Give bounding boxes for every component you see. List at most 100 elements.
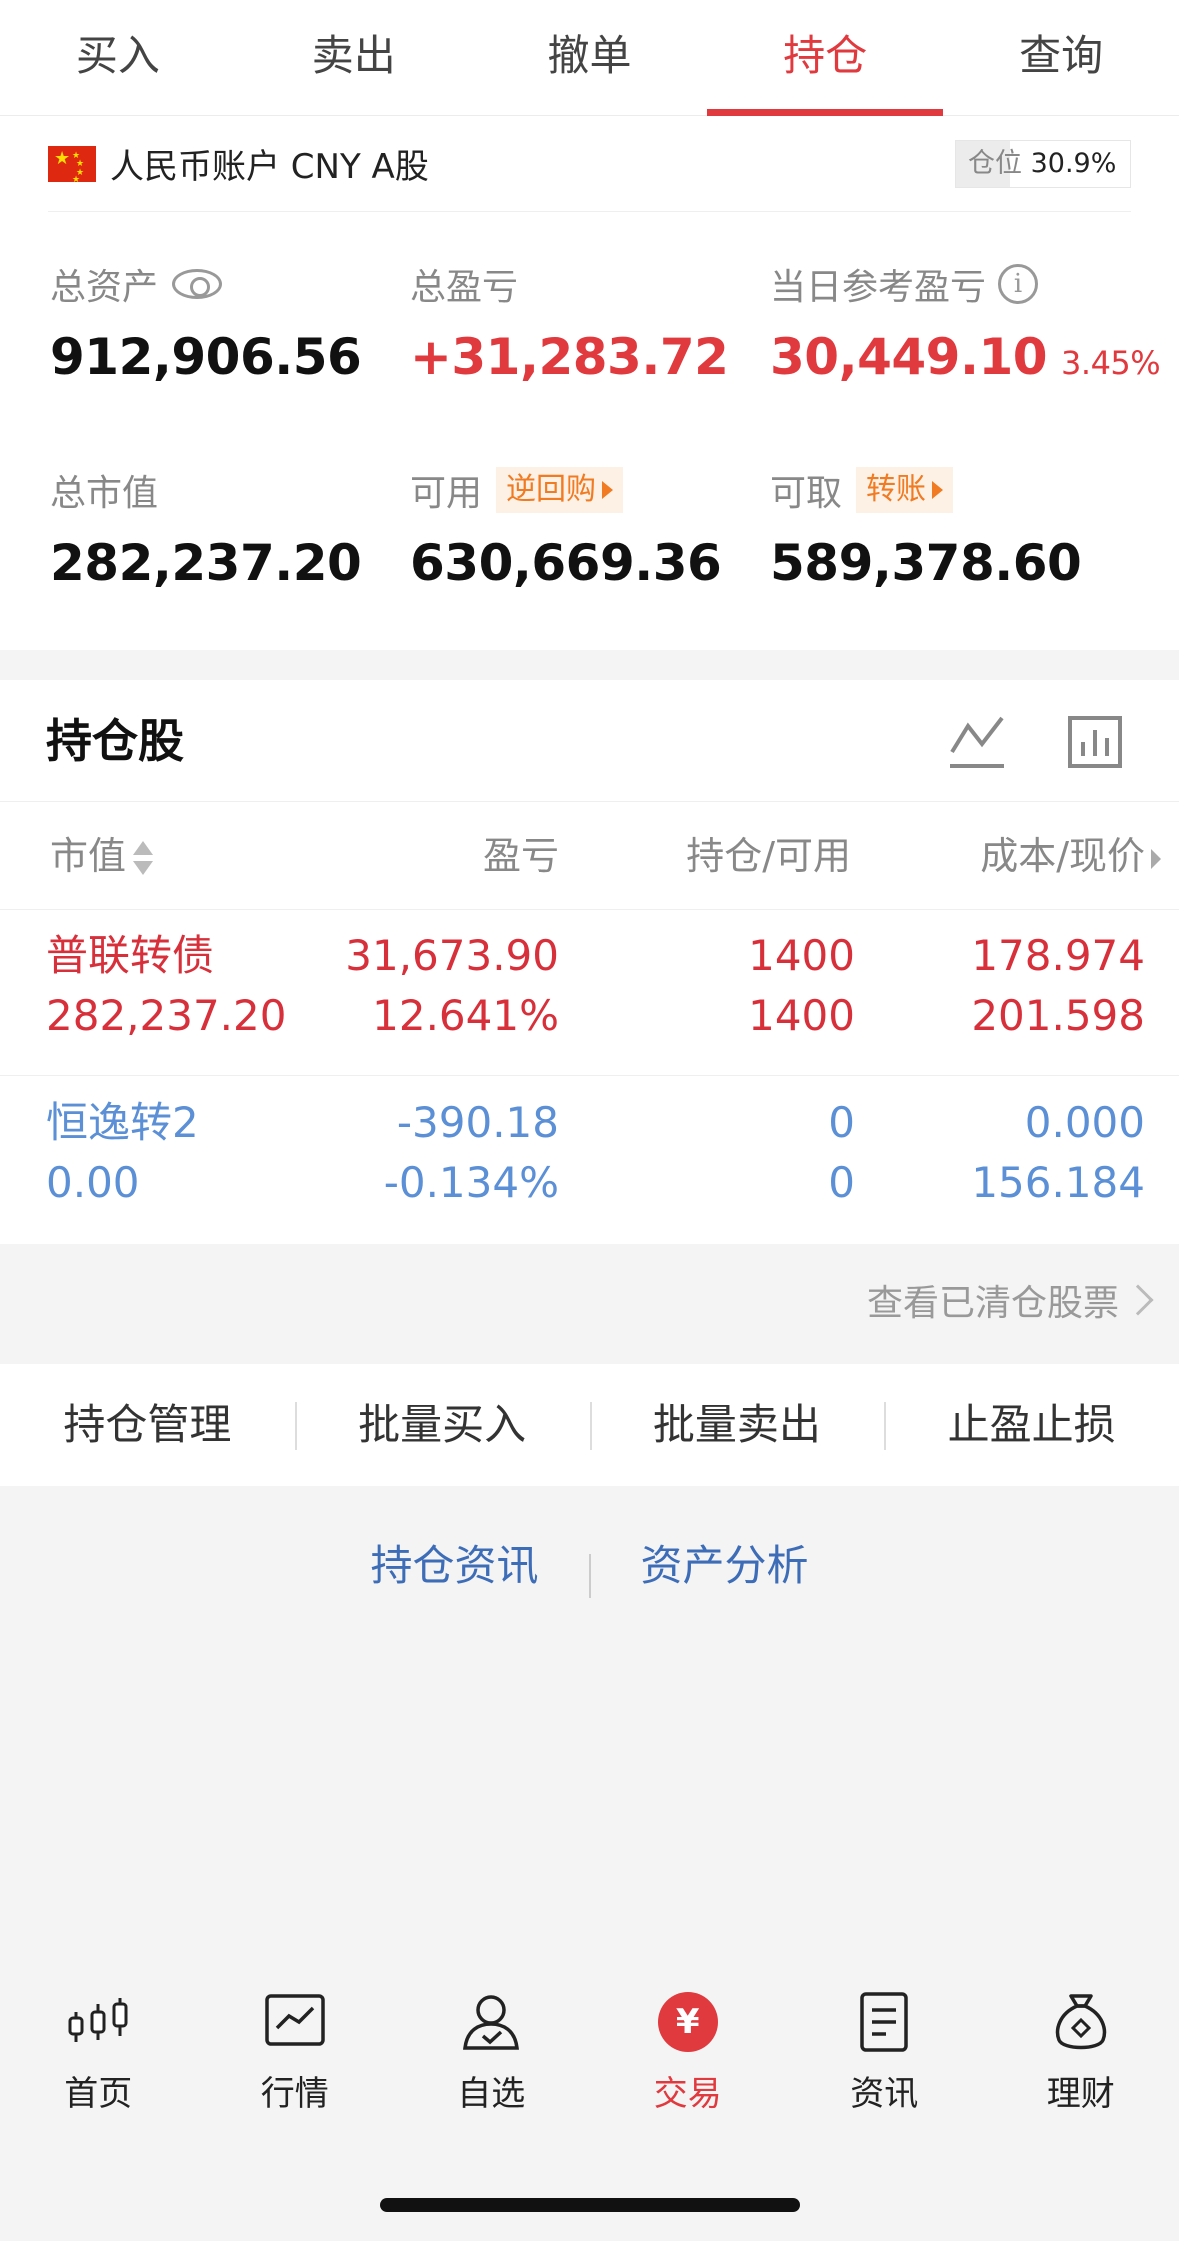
tab-buy[interactable]: 买入 [0,0,236,115]
account-summary: ★ ★ ★ ★ ★ 人民币账户 CNY A股 仓位 30.9% 总资产 912,… [0,116,1179,650]
stat-withdrawable: 可取 转账 589,378.60 [770,464,1110,592]
tab-positions[interactable]: 持仓 [707,0,943,116]
stock-pnl-percent: 12.641% [372,991,559,1040]
stock-hold: 0 [828,1098,855,1147]
reverse-repo-label: 逆回购 [506,472,597,507]
line-chart-icon[interactable] [948,714,1006,770]
stock-name: 普联转债 [46,931,215,980]
nav-market[interactable]: 行情 [197,1990,394,2120]
tab-query[interactable]: 查询 [943,0,1179,115]
position-news-link[interactable]: 持仓资讯 [320,1514,588,1618]
nav-home[interactable]: 首页 [0,1990,197,2120]
triangle-right-icon [1151,848,1161,869]
account-selector[interactable]: ★ ★ ★ ★ ★ 人民币账户 CNY A股 仓位 30.9% [48,116,1131,212]
extra-links: 持仓资讯 资产分析 [0,1514,1179,1618]
market-value-label: 总市值 [50,473,159,514]
stock-available: 1400 [748,991,855,1040]
holdings-header: 持仓股 [0,680,1179,802]
cleared-stocks-row[interactable]: 查看已清仓股票 [0,1244,1179,1364]
withdrawable-value: 589,378.60 [770,534,1082,592]
stock-pnl: -390.18 [396,1098,559,1147]
home-indicator [380,2198,800,2212]
stock-price: 156.184 [971,1158,1145,1207]
position-ratio-label: 仓位 [968,148,1022,179]
stock-cost: 178.974 [971,931,1145,980]
total-pnl-label: 总盈亏 [410,267,519,308]
position-ratio-badge: 仓位 30.9% [955,140,1131,188]
nav-wealth[interactable]: 理财 [983,1990,1179,2120]
yen-icon: ¥ [657,1992,718,2052]
candlestick-icon [68,1998,128,2042]
total-pnl-value: +31,283.72 [410,328,729,386]
position-management-button[interactable]: 持仓管理 [0,1364,295,1486]
nav-home-label: 首页 [64,2074,133,2114]
daily-pnl-percent: 3.45% [1061,344,1161,382]
stat-total-assets: 总资产 912,906.56 [50,258,390,386]
triangle-right-icon [602,481,614,499]
nav-news-label: 资讯 [850,2074,919,2114]
money-bag-icon [1055,1994,1106,2050]
stock-cost: 0.000 [1024,1098,1145,1147]
position-ratio-value: 30.9% [1030,148,1117,179]
table-row[interactable]: 普联转债 282,237.20 31,673.90 12.641% 1400 1… [0,910,1179,1076]
holdings-column-header: 市值 盈亏 持仓/可用 成本/现价 [0,802,1179,910]
column-pnl: 盈亏 [482,834,559,878]
stock-market-value: 0.00 [46,1158,140,1207]
top-tab-bar: 买入 卖出 撤单 持仓 查询 [0,0,1179,116]
stock-available: 0 [828,1158,855,1207]
batch-buy-button[interactable]: 批量买入 [294,1364,590,1486]
batch-sell-button[interactable]: 批量卖出 [589,1364,885,1486]
nav-market-label: 行情 [260,2074,329,2114]
reverse-repo-button[interactable]: 逆回购 [496,467,624,513]
daily-pnl-label: 当日参考盈亏 [770,267,987,308]
info-icon[interactable]: i [998,264,1039,304]
column-cost[interactable]: 成本/现价 [980,802,1161,910]
stock-pnl: 31,673.90 [345,931,559,980]
stat-available: 可用 逆回购 630,669.36 [410,464,750,592]
stat-total-pnl: 总盈亏 +31,283.72 [410,258,750,386]
transfer-button[interactable]: 转账 [856,467,954,513]
holdings-panel: 持仓股 市值 盈亏 持仓/可用 成本/现价 普联转债 282,237.20 31… [0,680,1179,1244]
market-value-value: 282,237.20 [50,534,362,592]
stock-price: 201.598 [971,991,1145,1040]
column-position: 持仓/可用 [686,834,851,878]
user-check-icon [463,1995,520,2050]
china-flag-icon: ★ ★ ★ ★ ★ [48,145,96,185]
column-market-value[interactable]: 市值 [50,802,154,910]
stock-name: 恒逸转2 [46,1098,199,1147]
total-assets-value: 912,906.56 [50,328,362,386]
bottom-nav: 首页 行情 自选 ¥ 交易 资讯 理财 [0,1990,1179,2120]
nav-news[interactable]: 资讯 [786,1990,983,2120]
nav-wealth-label: 理财 [1046,2074,1115,2114]
eye-icon[interactable] [172,269,223,299]
holdings-action-bar: 持仓管理 批量买入 批量卖出 止盈止损 [0,1364,1179,1486]
document-icon [860,1992,908,2052]
available-label: 可用 [410,473,483,514]
nav-trade-label: 交易 [653,2074,722,2114]
account-name: 人民币账户 CNY A股 [110,147,429,187]
cleared-stocks-link[interactable]: 查看已清仓股票 [867,1244,1119,1364]
transfer-label: 转账 [866,472,927,507]
bar-chart-icon[interactable] [1068,716,1122,768]
stock-hold: 1400 [748,931,855,980]
table-row[interactable]: 恒逸转2 0.00 -390.18 -0.134% 0 0 0.000 156.… [0,1077,1179,1243]
column-market-value-label: 市值 [50,834,127,878]
available-value: 630,669.36 [410,534,722,592]
market-chart-icon [265,1994,325,2046]
column-cost-label: 成本/现价 [980,834,1145,878]
take-profit-stop-loss-button[interactable]: 止盈止损 [884,1364,1179,1486]
chevron-right-icon [1122,1284,1154,1316]
nav-watchlist-label: 自选 [457,2074,526,2114]
stock-pnl-percent: -0.134% [383,1158,559,1207]
asset-analysis-link[interactable]: 资产分析 [591,1514,859,1618]
tab-cancel-order[interactable]: 撤单 [472,0,708,115]
triangle-right-icon [932,481,944,499]
holdings-title: 持仓股 [46,714,184,768]
nav-watchlist[interactable]: 自选 [393,1990,590,2120]
tab-sell[interactable]: 卖出 [236,0,472,115]
sort-icon [132,839,154,879]
withdrawable-label: 可取 [770,473,843,514]
daily-pnl-value: 30,449.10 [770,328,1048,386]
nav-trade[interactable]: ¥ 交易 [590,1990,787,2120]
stock-market-value: 282,237.20 [46,991,287,1040]
